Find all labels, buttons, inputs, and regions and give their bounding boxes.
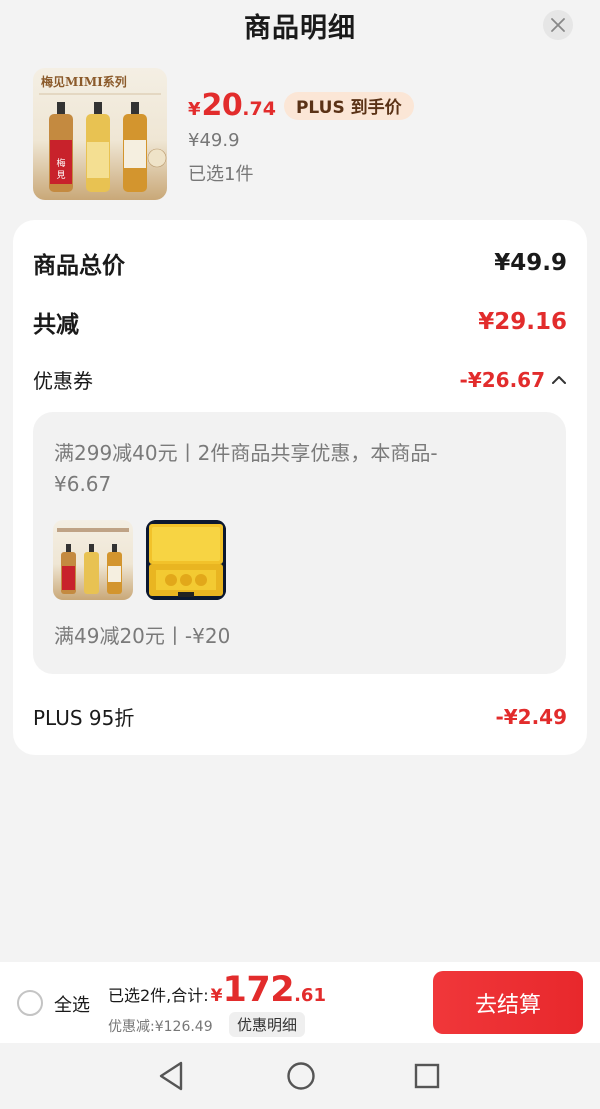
price-detail-card: 商品总价 ¥49.9 共减 ¥29.16 优惠券 -¥26.67 满299减40…: [13, 220, 587, 755]
close-icon: [551, 18, 565, 32]
select-all-checkbox[interactable]: [17, 990, 43, 1016]
checkout-button[interactable]: 去结算: [433, 971, 583, 1034]
total-reduce-row: 共减 ¥29.16: [33, 305, 567, 339]
product-image: 梅见MIMI系列 梅 見: [33, 68, 167, 200]
total-amount-decimal: .61: [294, 985, 326, 1006]
price-integer: 20: [201, 88, 243, 123]
price-symbol: ¥: [188, 99, 201, 120]
plus-discount-label: PLUS 95折: [33, 706, 135, 730]
coupon-value-wrap: -¥26.67: [460, 368, 567, 392]
product-price-line: ¥ 20 .74 PLUS 到手价: [188, 88, 414, 123]
total-reduce-value: ¥29.16: [478, 309, 567, 335]
plus-discount-value: -¥2.49: [495, 704, 567, 729]
svg-text:見: 見: [56, 170, 65, 181]
total-price-row: 商品总价 ¥49.9: [33, 246, 567, 280]
total-price-value: ¥49.9: [494, 250, 567, 276]
coupon-row[interactable]: 优惠券 -¥26.67: [33, 365, 567, 394]
price-decimal: .74: [242, 98, 276, 120]
recents-nav-icon[interactable]: [413, 1060, 441, 1092]
total-amount-label: 已选2件,合计:: [108, 986, 209, 1005]
close-button[interactable]: [543, 10, 573, 40]
discount-amount: 优惠减:¥126.49: [108, 1019, 213, 1035]
thumb-giftbox-graphic: [146, 520, 226, 600]
coupon-description-2: 满49减20元丨-¥20: [54, 624, 231, 648]
total-amount-integer: 172: [222, 970, 295, 1010]
discount-detail-button[interactable]: 优惠明细: [229, 1012, 306, 1037]
chevron-up-icon: [552, 375, 566, 384]
detail-sheet: 商品明细 梅见MIMI系列 梅 見 ¥ 20 .74 PLUS 到手价 ¥49.…: [0, 0, 600, 962]
plus-price-tag: PLUS 到手价: [283, 91, 414, 120]
original-price: ¥49.9: [188, 130, 240, 151]
total-amount-symbol: ¥: [210, 986, 223, 1006]
total-amount-line: 已选2件,合计: ¥ 172 .61: [108, 970, 326, 1010]
thumb-bottles-graphic: [57, 528, 129, 594]
coupon-description-1: 满299减40元丨2件商品共享优惠，本商品-¥6.67: [54, 441, 438, 496]
svg-text:梅: 梅: [56, 157, 65, 169]
back-nav-icon[interactable]: [157, 1060, 185, 1092]
home-nav-icon[interactable]: [286, 1060, 316, 1092]
product-image-caption: 梅见MIMI系列: [41, 74, 127, 89]
total-price-label: 商品总价: [33, 253, 125, 279]
coupon-product-thumb-1[interactable]: [53, 520, 133, 600]
coupon-product-thumb-2[interactable]: [146, 520, 226, 600]
page-title: 商品明细: [244, 13, 356, 44]
product-price: ¥ 20 .74: [188, 88, 276, 123]
coupon-detail-box: 满299减40元丨2件商品共享优惠，本商品-¥6.67 满49减20元丨-¥20: [33, 412, 566, 674]
plus-discount-row: PLUS 95折 -¥2.49: [33, 702, 567, 731]
coupon-value: -¥26.67: [459, 367, 545, 392]
product-bottles-graphic: 梅见MIMI系列 梅 見: [39, 74, 167, 192]
coupon-label: 优惠券: [33, 369, 93, 393]
select-all-label[interactable]: 全选: [54, 991, 90, 1017]
total-reduce-label: 共减: [33, 312, 79, 338]
selected-count: 已选1件: [188, 164, 254, 185]
